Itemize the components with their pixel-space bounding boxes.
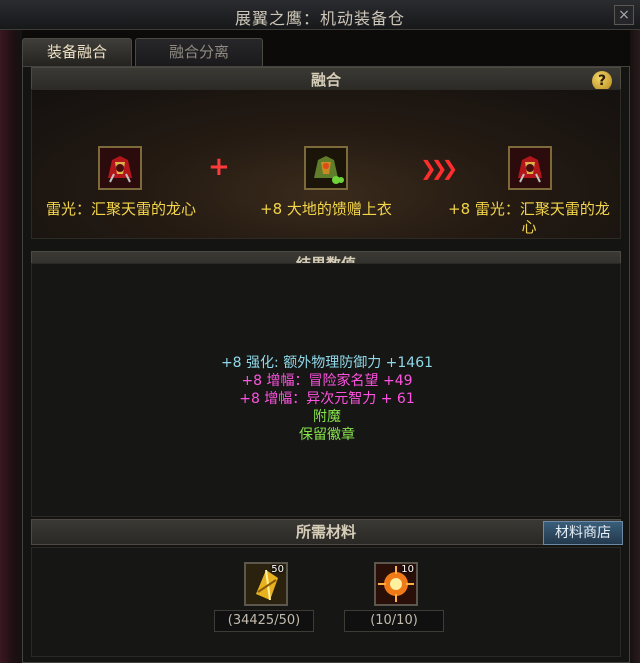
plus-icon: + bbox=[208, 152, 230, 182]
background-right bbox=[630, 30, 640, 663]
material-item-slot[interactable] bbox=[304, 146, 348, 190]
fusion-window: 融合 ? 雷光：汇聚天雷的龙心 + +8 大地的馈赠上衣 ❯❯❯ +8 雷光：汇… bbox=[22, 66, 630, 663]
result-line-reinforce: +8 强化: 额外物理防御力 +1461 bbox=[220, 355, 434, 371]
tab-equipment-fusion[interactable]: 装备融合 bbox=[22, 38, 132, 66]
material-slot-1[interactable]: 50 bbox=[244, 562, 288, 606]
result-line-amplify-int: +8 增幅：异次元智力 + 61 bbox=[239, 391, 415, 407]
result-item-label: +8 雷光：汇聚天雷的龙心 bbox=[448, 200, 610, 236]
result-line-amplify-fame: +8 增幅：冒险家名望 +49 bbox=[241, 373, 413, 389]
result-line-emblem: 保留徽章 bbox=[299, 427, 355, 443]
material-2-quantity: (10/10) bbox=[344, 610, 444, 632]
material-shop-button[interactable]: 材料商店 bbox=[543, 521, 623, 545]
materials-header: 所需材料 bbox=[31, 519, 621, 545]
material-2-stack: 10 bbox=[401, 564, 414, 575]
fusion-header-label: 融合 bbox=[310, 71, 341, 89]
green-armor-icon bbox=[306, 148, 346, 188]
materials-panel: 50 (34425/50) 10 (10/10) bbox=[31, 547, 621, 657]
material-1-quantity: (34425/50) bbox=[214, 610, 314, 632]
material-slot-2[interactable]: 10 bbox=[374, 562, 418, 606]
result-line-enchant: 附魔 bbox=[313, 409, 341, 425]
material-item-label: +8 大地的馈赠上衣 bbox=[260, 200, 392, 218]
help-icon[interactable]: ? bbox=[592, 71, 612, 91]
red-armor-icon bbox=[100, 148, 140, 188]
source-item-label: 雷光：汇聚天雷的龙心 bbox=[45, 200, 196, 218]
close-button[interactable]: × bbox=[614, 5, 634, 25]
source-item-slot[interactable] bbox=[98, 146, 142, 190]
material-1-stack: 50 bbox=[271, 564, 284, 575]
tab-fusion-separation[interactable]: 融合分离 bbox=[135, 38, 263, 66]
result-item-slot[interactable] bbox=[508, 146, 552, 190]
red-armor-icon bbox=[510, 148, 550, 188]
window-title: 展翼之鹰：机动装备仓 bbox=[234, 9, 405, 28]
result-panel: +8 强化: 额外物理防御力 +1461 +8 增幅：冒险家名望 +49 +8 … bbox=[31, 263, 621, 517]
title-bar[interactable]: 展翼之鹰：机动装备仓 × bbox=[0, 0, 640, 30]
background-left bbox=[0, 30, 22, 663]
fusion-panel: 雷光：汇聚天雷的龙心 + +8 大地的馈赠上衣 ❯❯❯ +8 雷光：汇聚天雷的龙… bbox=[31, 89, 621, 239]
fusion-arrow-icon: ❯❯❯ bbox=[420, 156, 458, 180]
result-stat-list: +8 强化: 额外物理防御力 +1461 +8 增幅：冒险家名望 +49 +8 … bbox=[32, 354, 622, 444]
